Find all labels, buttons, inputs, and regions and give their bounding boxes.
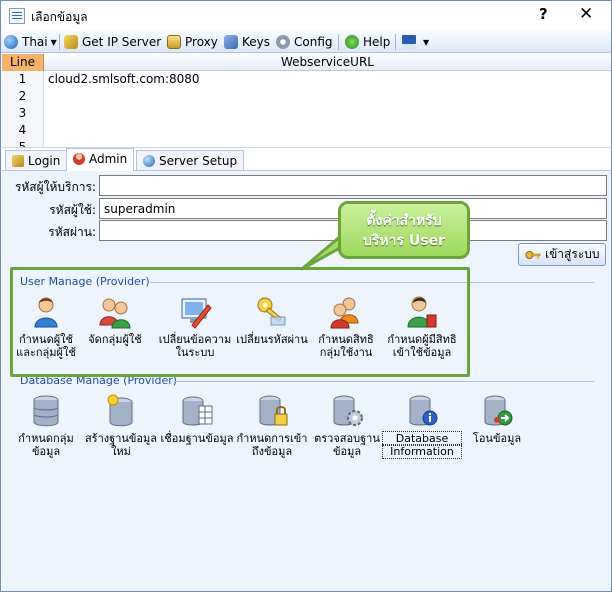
magic-wand-icon — [64, 35, 78, 49]
column-header-url[interactable]: WebserviceURL — [44, 54, 611, 71]
tab-admin-label: Admin — [89, 152, 128, 166]
save-dropdown-button[interactable]: ▼ — [402, 33, 429, 51]
tile-label: กำหนดการเข้า — [236, 432, 308, 445]
tile-label: กำหนดกลุ่ม — [18, 432, 74, 445]
get-ip-label: Get IP Server — [82, 35, 162, 49]
database-lock-icon — [259, 395, 288, 426]
transfer-data-tile[interactable]: โอนข้อมูล — [458, 394, 536, 445]
globe-icon — [4, 35, 18, 49]
main-window: เลือกข้อมูล ? ✕ Thai ▼ Get IP Server Prox… — [0, 0, 612, 592]
tile-label: ข้อมูล — [332, 445, 362, 458]
window-icon — [9, 8, 25, 24]
login-button-label: เข้าสู่ระบบ — [545, 247, 600, 261]
gear-icon — [276, 35, 290, 49]
tab-admin[interactable]: Admin — [66, 148, 135, 171]
new-database-icon — [107, 394, 133, 427]
create-database-tile[interactable]: สร้างฐานข้อมูล ใหม่ — [82, 394, 160, 458]
config-label: Config — [294, 35, 333, 49]
tile-label: ข้อมูล — [31, 445, 61, 458]
connect-database-tile[interactable]: เชื่อมฐานข้อมูล — [158, 394, 236, 445]
title-bar: เลือกข้อมูล ? ✕ — [1, 1, 611, 31]
keys-button[interactable]: Keys — [224, 33, 270, 51]
row-number: 2 — [2, 88, 44, 105]
login-button[interactable]: เข้าสู่ระบบ — [518, 243, 606, 266]
tile-label: ถึงข้อมูล — [251, 445, 293, 458]
close-button[interactable]: ✕ — [579, 4, 593, 24]
group-divider — [174, 381, 594, 382]
help-check-icon — [345, 35, 359, 49]
toolbar-separator — [338, 34, 339, 50]
webservice-grid: Line WebserviceURL 1 cloud2.smlsoft.com:… — [2, 54, 611, 148]
row-number: 5 — [2, 139, 44, 147]
define-data-group-tile[interactable]: กำหนดกลุ่ม ข้อมูล — [7, 394, 85, 458]
proxy-icon — [167, 35, 181, 49]
table-row[interactable]: 1 cloud2.smlsoft.com:8080 — [2, 71, 611, 88]
tile-label: ใหม่ — [111, 445, 131, 458]
row-number: 1 — [2, 71, 44, 88]
table-row[interactable]: 3 — [2, 105, 611, 122]
grid-header: Line WebserviceURL — [2, 54, 611, 71]
tab-login[interactable]: Login — [5, 150, 68, 171]
toolbar-separator — [59, 34, 60, 50]
row-number: 3 — [2, 105, 44, 122]
tab-login-label: Login — [28, 154, 61, 168]
table-row[interactable]: 2 — [2, 88, 611, 105]
data-access-tile[interactable]: กำหนดการเข้า ถึงข้อมูล — [233, 394, 311, 458]
database-information-tile[interactable]: Database Information — [382, 394, 462, 459]
provider-code-input[interactable] — [99, 175, 607, 196]
tile-label: ตรวจสอบฐาน — [314, 432, 380, 445]
database-icon — [33, 395, 59, 427]
admin-panel: รหัสผู้ให้บริการ: รหัสผู้ใช้: รหัสผ่าน: … — [2, 170, 611, 591]
help-button[interactable]: Help — [345, 33, 390, 51]
chevron-down-icon: ▼ — [423, 38, 430, 47]
column-header-line[interactable]: Line — [2, 54, 44, 71]
user-code-label: รหัสผู้ใช้: — [49, 203, 96, 217]
check-database-tile[interactable]: ตรวจสอบฐาน ข้อมูล — [308, 394, 386, 458]
help-title-button[interactable]: ? — [539, 5, 548, 23]
database-info-icon — [409, 395, 438, 426]
tab-server-setup[interactable]: Server Setup — [136, 150, 245, 171]
database-table-icon — [182, 396, 213, 426]
annotation-callout: ตั้งค่าสำหรับ บริหาร User — [338, 201, 470, 259]
table-row[interactable]: 4 — [2, 122, 611, 139]
callout-line-1: ตั้งค่าสำหรับ — [366, 213, 442, 229]
globe-icon — [143, 155, 155, 167]
help-label: Help — [363, 35, 391, 49]
row-number: 4 — [2, 122, 44, 139]
database-gear-icon — [333, 395, 363, 426]
tab-strip: Login Admin Server Setup — [2, 148, 611, 171]
tab-server-setup-label: Server Setup — [159, 154, 238, 168]
toolbar-separator — [395, 34, 396, 50]
tile-label: Information — [382, 444, 462, 459]
table-row[interactable]: 5 — [2, 139, 611, 147]
get-ip-server-button[interactable]: Get IP Server — [64, 33, 161, 51]
config-button[interactable]: Config — [276, 33, 333, 51]
toolbar: Thai ▼ Get IP Server Proxy Keys Config He… — [1, 31, 611, 53]
tile-label: เชื่อมฐานข้อมูล — [160, 432, 234, 445]
callout-line-2: บริหาร User — [363, 233, 445, 249]
tile-label: สร้างฐานข้อมูล — [84, 432, 158, 445]
save-icon — [402, 35, 416, 49]
admin-user-icon — [73, 153, 85, 165]
tile-label: Database — [382, 431, 462, 446]
language-dropdown[interactable]: Thai ▼ — [4, 33, 57, 51]
database-transfer-icon — [484, 395, 513, 426]
proxy-label: Proxy — [185, 35, 218, 49]
key-icon — [525, 251, 541, 259]
provider-code-label: รหัสผู้ให้บริการ: — [14, 180, 96, 194]
keys-icon — [224, 35, 238, 49]
window-title: เลือกข้อมูล — [31, 10, 88, 24]
language-label: Thai — [22, 35, 48, 49]
chevron-down-icon: ▼ — [50, 38, 57, 47]
password-label: รหัสผ่าน: — [48, 225, 96, 239]
key-icon — [12, 155, 24, 167]
url-cell[interactable]: cloud2.smlsoft.com:8080 — [48, 71, 200, 88]
annotation-highlight-box — [10, 267, 470, 377]
tile-label: โอนข้อมูล — [472, 432, 522, 445]
keys-label: Keys — [242, 35, 271, 49]
proxy-button[interactable]: Proxy — [167, 33, 218, 51]
